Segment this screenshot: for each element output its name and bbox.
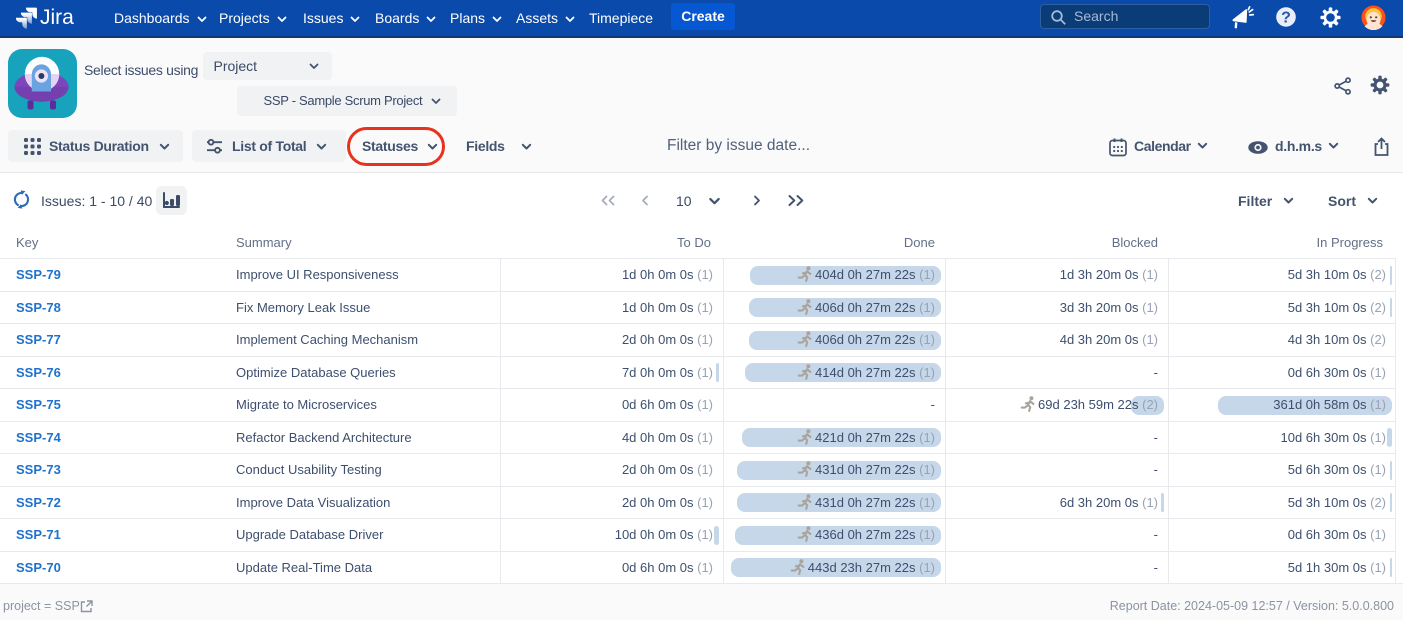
svg-text:?: ? [1281, 10, 1291, 27]
